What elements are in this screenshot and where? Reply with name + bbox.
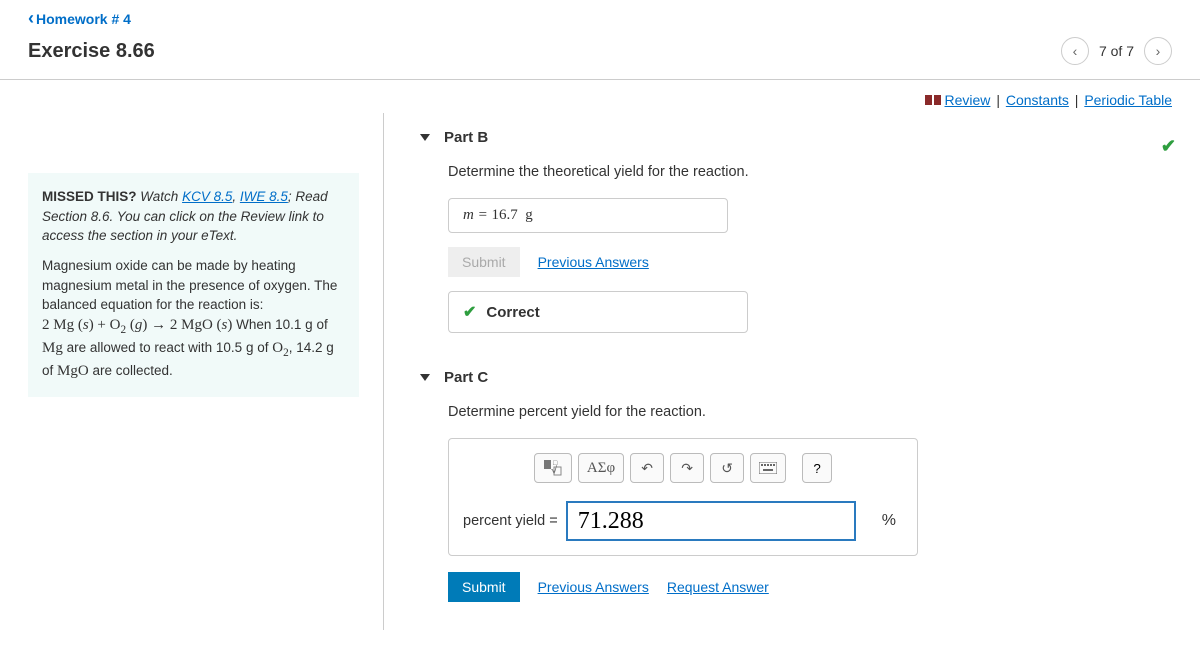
part-b-submit-button: Submit	[448, 247, 520, 277]
missed-this-box: MISSED THIS? Watch KCV 8.5, IWE 8.5; Rea…	[28, 173, 359, 397]
part-c-label: Part C	[444, 369, 488, 386]
prev-item-button[interactable]: ‹	[1061, 37, 1089, 65]
feedback-correct: ✔ Correct	[448, 291, 748, 333]
redo-icon[interactable]: ↷	[670, 453, 704, 483]
separator: |	[1075, 92, 1079, 108]
book-icon	[925, 93, 941, 109]
caret-down-icon	[420, 134, 430, 141]
request-answer-link[interactable]: Request Answer	[667, 579, 769, 595]
kcv-link[interactable]: KCV 8.5	[182, 189, 232, 204]
part-b-label: Part B	[444, 129, 488, 146]
check-icon: ✔	[1161, 136, 1176, 157]
page-title: Exercise 8.66	[28, 40, 155, 63]
part-b-header[interactable]: Part B	[420, 121, 1172, 154]
template-icon[interactable]: □√	[534, 453, 572, 483]
part-b-prompt: Determine the theoretical yield for the …	[448, 164, 1172, 180]
part-c-prompt: Determine percent yield for the reaction…	[448, 404, 1172, 420]
problem-intro: Magnesium oxide can be made by heating m…	[42, 258, 337, 312]
caret-down-icon	[420, 374, 430, 381]
undo-icon[interactable]: ↶	[630, 453, 664, 483]
next-item-button[interactable]: ›	[1144, 37, 1172, 65]
answer-input-box: □√ ΑΣφ ↶ ↷ ↺ ? percent yield =	[448, 438, 918, 556]
back-link[interactable]: Homework # 4	[28, 11, 131, 27]
constants-link[interactable]: Constants	[1006, 92, 1069, 108]
help-button[interactable]: ?	[802, 453, 832, 483]
part-c-previous-answers-link[interactable]: Previous Answers	[538, 579, 649, 595]
part-c-submit-button[interactable]: Submit	[448, 572, 520, 602]
reset-icon[interactable]: ↺	[710, 453, 744, 483]
item-counter: 7 of 7	[1099, 43, 1134, 59]
periodic-table-link[interactable]: Periodic Table	[1084, 92, 1172, 108]
watch-label: Watch	[140, 189, 178, 204]
keyboard-icon[interactable]	[750, 453, 786, 483]
missed-title: MISSED THIS?	[42, 189, 137, 204]
part-b-previous-answers-link[interactable]: Previous Answers	[538, 254, 649, 270]
percent-yield-input[interactable]	[566, 501, 856, 541]
greek-symbols-button[interactable]: ΑΣφ	[578, 453, 624, 483]
unit-label: %	[882, 512, 896, 530]
part-c-header[interactable]: Part C	[420, 361, 1172, 394]
input-label: percent yield =	[463, 513, 558, 529]
check-icon: ✔	[463, 302, 476, 322]
part-b-answer: m = 16.7 g	[448, 198, 728, 233]
equation: 2 Mg (s) + O2 (g) → 2 MgO (s)	[42, 317, 232, 333]
feedback-text: Correct	[486, 304, 539, 321]
review-link[interactable]: Review	[945, 92, 991, 108]
separator: |	[996, 92, 1000, 108]
iwe-link[interactable]: IWE 8.5	[240, 189, 288, 204]
